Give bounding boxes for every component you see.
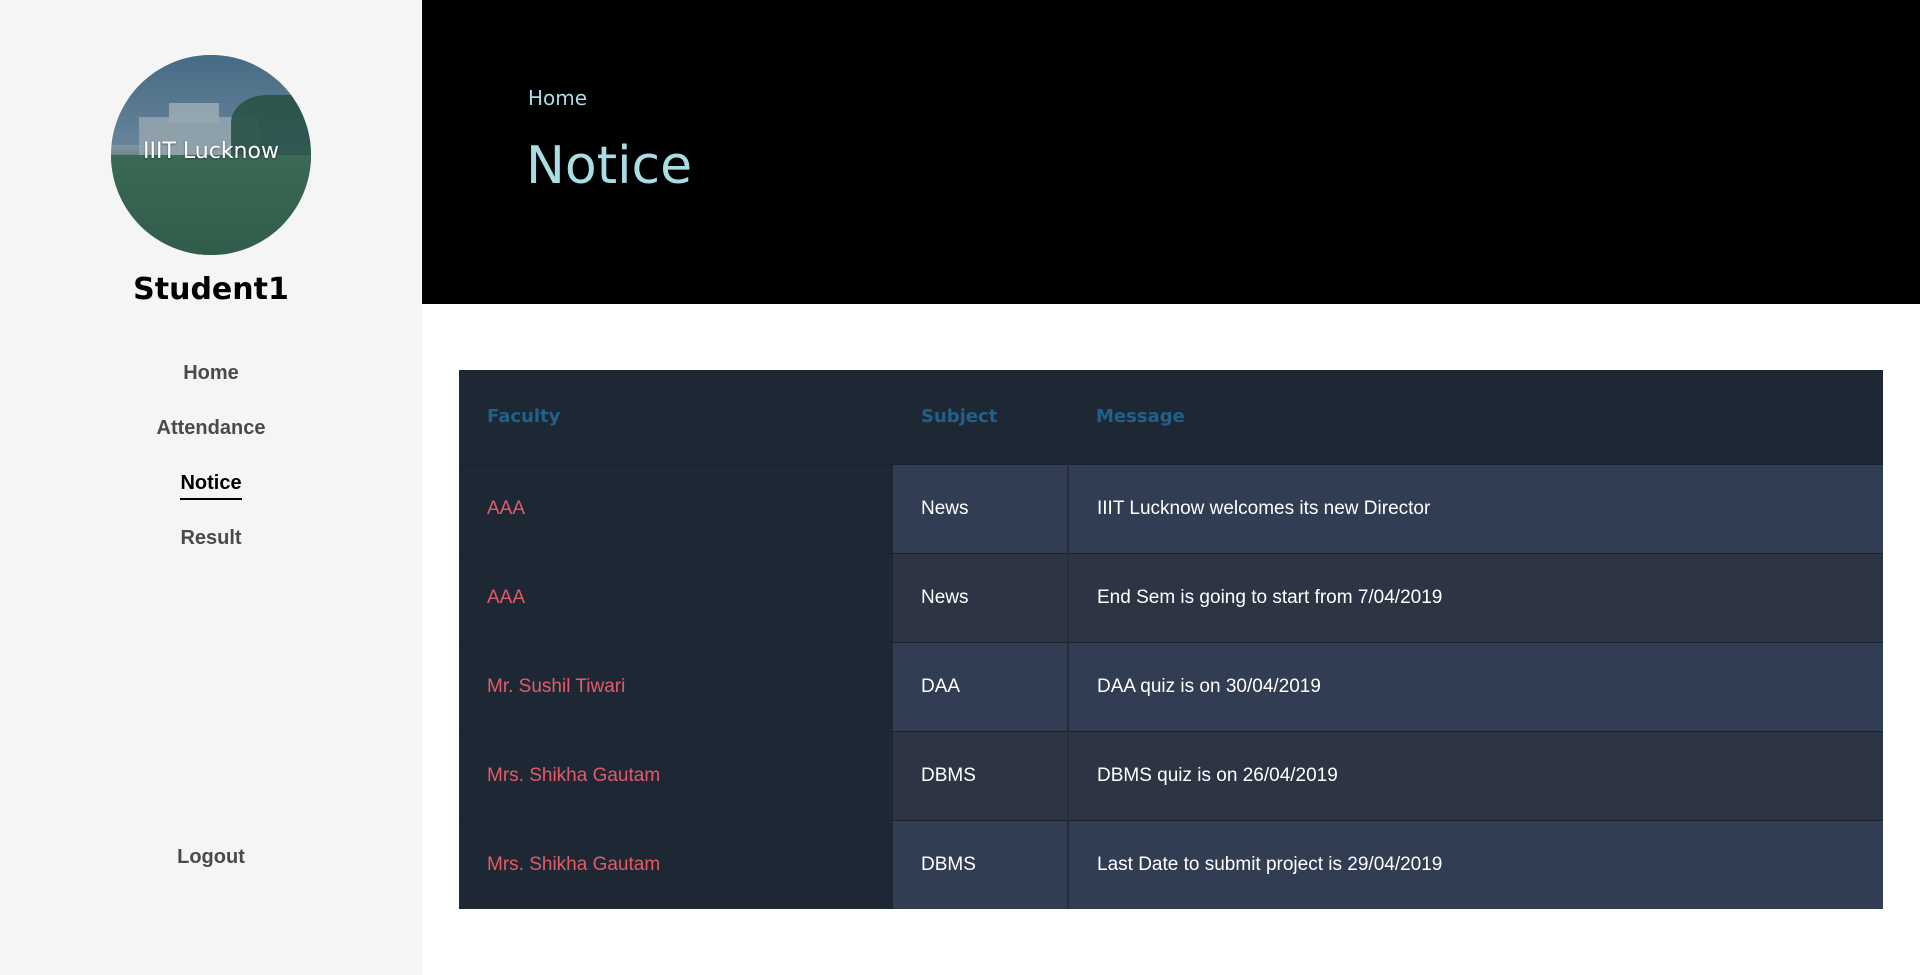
- sidebar-item-home: Home: [0, 362, 422, 417]
- table-body: AAA News IIIT Lucknow welcomes its new D…: [459, 463, 1883, 909]
- logout-container: Logout: [0, 846, 422, 869]
- nav-link-notice[interactable]: Notice: [180, 472, 242, 500]
- sidebar-item-attendance: Attendance: [0, 417, 422, 472]
- logout-button[interactable]: Logout: [177, 846, 245, 868]
- cell-message: DBMS quiz is on 26/04/2019: [1068, 730, 1883, 820]
- cell-subject: DBMS: [893, 819, 1069, 909]
- nav-link-result[interactable]: Result: [180, 527, 241, 553]
- cell-subject: DBMS: [893, 730, 1069, 820]
- nav-link-attendance[interactable]: Attendance: [157, 417, 266, 443]
- cell-subject: DAA: [893, 641, 1069, 731]
- nav-link-home[interactable]: Home: [183, 362, 239, 388]
- cell-subject: News: [893, 463, 1069, 553]
- app-root: IIIT Lucknow Student1 Home Attendance No…: [0, 0, 1920, 975]
- column-header-message: Message: [1068, 370, 1883, 464]
- notice-table: Faculty Subject Message AAA News IIIT Lu…: [459, 370, 1883, 909]
- cell-faculty: Mr. Sushil Tiwari: [459, 641, 893, 731]
- sidebar-nav: Home Attendance Notice Result: [0, 362, 422, 582]
- cell-subject: News: [893, 552, 1069, 642]
- cell-faculty: Mrs. Shikha Gautam: [459, 730, 893, 820]
- cell-faculty: Mrs. Shikha Gautam: [459, 819, 893, 909]
- sidebar-item-result: Result: [0, 527, 422, 582]
- avatar: IIIT Lucknow: [111, 55, 311, 255]
- table-row: Mrs. Shikha Gautam DBMS Last Date to sub…: [459, 819, 1883, 909]
- cell-message: DAA quiz is on 30/04/2019: [1068, 641, 1883, 731]
- cell-message: IIIT Lucknow welcomes its new Director: [1068, 463, 1883, 553]
- table-row: Mrs. Shikha Gautam DBMS DBMS quiz is on …: [459, 730, 1883, 820]
- page-title: Notice: [526, 136, 693, 196]
- cell-faculty: AAA: [459, 463, 893, 553]
- breadcrumb-home[interactable]: Home: [528, 86, 587, 110]
- table-row: AAA News End Sem is going to start from …: [459, 552, 1883, 642]
- cell-message: Last Date to submit project is 29/04/201…: [1068, 819, 1883, 909]
- notice-table-container: Faculty Subject Message AAA News IIIT Lu…: [459, 370, 1883, 909]
- student-name: Student1: [133, 272, 289, 307]
- sidebar-item-notice: Notice: [0, 472, 422, 527]
- table-header-row: Faculty Subject Message: [459, 370, 1883, 464]
- cell-message: End Sem is going to start from 7/04/2019: [1068, 552, 1883, 642]
- table-header: Faculty Subject Message: [459, 370, 1883, 464]
- avatar-label: IIIT Lucknow: [143, 139, 279, 164]
- cell-faculty: AAA: [459, 552, 893, 642]
- column-header-faculty: Faculty: [459, 370, 893, 464]
- table-row: AAA News IIIT Lucknow welcomes its new D…: [459, 463, 1883, 553]
- sidebar: IIIT Lucknow Student1 Home Attendance No…: [0, 0, 422, 975]
- column-header-subject: Subject: [893, 370, 1068, 464]
- page-header: Home Notice: [422, 0, 1920, 304]
- table-row: Mr. Sushil Tiwari DAA DAA quiz is on 30/…: [459, 641, 1883, 731]
- main-content: Home Notice Faculty Subject Message AAA …: [422, 0, 1920, 975]
